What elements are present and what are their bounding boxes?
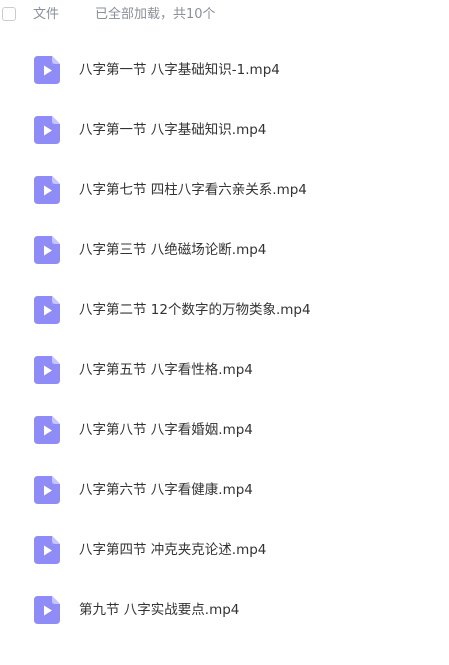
file-row[interactable]: 八字第四节 冲克夹克论述.mp4 <box>0 520 449 580</box>
file-name: 八字第五节 八字看性格.mp4 <box>79 362 253 378</box>
video-file-icon <box>34 296 60 324</box>
video-file-icon <box>34 176 60 204</box>
file-name: 第九节 八字实战要点.mp4 <box>79 602 240 618</box>
list-header: 文件 已全部加载，共10个 <box>0 0 449 30</box>
video-file-icon <box>34 236 60 264</box>
file-name: 八字第七节 四柱八字看六亲关系.mp4 <box>79 182 307 198</box>
file-name: 八字第一节 八字基础知识-1.mp4 <box>79 62 280 78</box>
video-file-icon <box>34 476 60 504</box>
file-row[interactable]: 八字第七节 四柱八字看六亲关系.mp4 <box>0 160 449 220</box>
select-all-checkbox[interactable] <box>2 7 16 21</box>
file-row[interactable]: 第九节 八字实战要点.mp4 <box>0 580 449 640</box>
video-file-icon <box>34 56 60 84</box>
file-row[interactable]: 八字第八节 八字看婚姻.mp4 <box>0 400 449 460</box>
file-row[interactable]: 八字第一节 八字基础知识.mp4 <box>0 100 449 160</box>
file-row[interactable]: 八字第二节 12个数字的万物类象.mp4 <box>0 280 449 340</box>
file-name: 八字第二节 12个数字的万物类象.mp4 <box>79 302 311 318</box>
video-file-icon <box>34 416 60 444</box>
file-row[interactable]: 八字第五节 八字看性格.mp4 <box>0 340 449 400</box>
file-name: 八字第四节 冲克夹克论述.mp4 <box>79 542 267 558</box>
file-name: 八字第八节 八字看婚姻.mp4 <box>79 422 253 438</box>
file-row[interactable]: 八字第三节 八绝磁场论断.mp4 <box>0 220 449 280</box>
file-name: 八字第六节 八字看健康.mp4 <box>79 482 253 498</box>
file-row[interactable]: 八字第一节 八字基础知识-1.mp4 <box>0 40 449 100</box>
header-file-label: 文件 <box>33 7 60 22</box>
video-file-icon <box>34 116 60 144</box>
load-status-text: 已全部加载，共10个 <box>95 7 216 22</box>
video-file-icon <box>34 596 60 624</box>
file-name: 八字第一节 八字基础知识.mp4 <box>79 122 267 138</box>
file-row[interactable]: 八字第六节 八字看健康.mp4 <box>0 460 449 520</box>
video-file-icon <box>34 356 60 384</box>
video-file-icon <box>34 536 60 564</box>
file-list: 八字第一节 八字基础知识-1.mp4 八字第一节 八字基础知识.mp4 八字第七… <box>0 40 449 640</box>
file-name: 八字第三节 八绝磁场论断.mp4 <box>79 242 267 258</box>
